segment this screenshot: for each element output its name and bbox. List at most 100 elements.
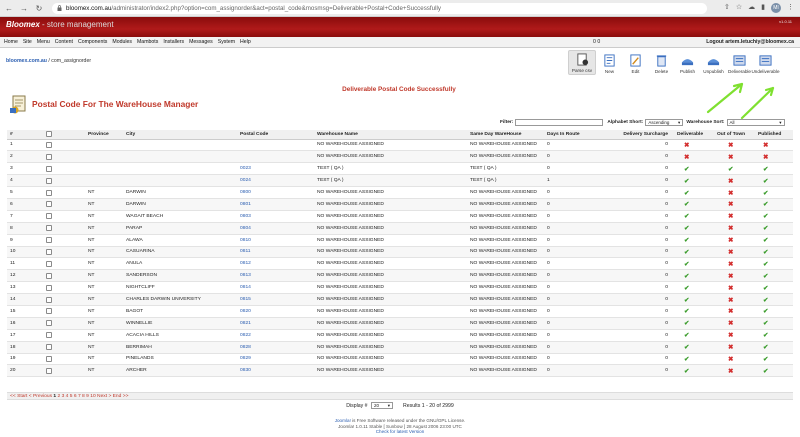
row-checkbox[interactable] <box>46 344 52 351</box>
row-postal-code[interactable]: 0828 <box>237 341 314 354</box>
new-button[interactable]: New <box>597 50 622 75</box>
breadcrumb-site[interactable]: bloomex.com.au <box>6 58 47 64</box>
row-postal-code[interactable]: 0812 <box>237 257 314 271</box>
out-of-town-cross-icon[interactable]: ✖ <box>728 142 733 149</box>
pager-page-8[interactable]: 8 <box>82 394 85 399</box>
out-of-town-cross-icon[interactable]: ✖ <box>728 201 733 208</box>
published-check-icon[interactable]: ✔ <box>763 225 768 232</box>
row-checkbox[interactable] <box>46 284 52 291</box>
row-postal-code[interactable]: 0024 <box>237 174 314 188</box>
out-of-town-check-icon[interactable]: ✔ <box>728 166 733 173</box>
menu-site[interactable]: Site <box>23 39 32 45</box>
row-checkbox[interactable] <box>46 213 52 220</box>
col-warehouse-name[interactable]: Warehouse Name <box>314 130 467 140</box>
row-postal-code[interactable]: 0820 <box>237 305 314 318</box>
out-of-town-cross-icon[interactable]: ✖ <box>728 320 733 327</box>
published-check-icon[interactable]: ✔ <box>763 178 768 185</box>
col-city[interactable]: City <box>123 130 237 140</box>
menu-help[interactable]: Help <box>240 39 251 45</box>
alphabet-sort-select[interactable]: Ascending ▾ <box>645 119 684 126</box>
pager-page-9[interactable]: 9 <box>86 394 89 399</box>
deliverable-check-icon[interactable]: ✔ <box>684 332 689 339</box>
undeliverable-button[interactable]: Undeliverable <box>751 50 780 75</box>
row-postal-code[interactable]: 0803 <box>237 210 314 223</box>
row-postal-code[interactable]: 0811 <box>237 246 314 259</box>
pager-page-5[interactable]: 5 <box>70 394 73 399</box>
menu-menu[interactable]: Menu <box>37 39 50 45</box>
joomla-link[interactable]: Joomla! <box>335 418 351 423</box>
sidebar-icon[interactable]: ▮ <box>761 3 765 13</box>
deliverable-check-icon[interactable]: ✔ <box>684 261 689 268</box>
published-check-icon[interactable]: ✔ <box>763 201 768 208</box>
col-delivery-surcharge[interactable]: Delivery Surcharge <box>604 130 674 140</box>
row-postal-code[interactable]: 0800 <box>237 186 314 199</box>
row-checkbox[interactable] <box>46 308 52 315</box>
row-postal-code[interactable]: 0813 <box>237 269 314 283</box>
publish-button[interactable]: Publish <box>675 50 700 75</box>
check-version-link[interactable]: Check for latest Version <box>0 429 800 435</box>
menu-components[interactable]: Components <box>78 39 107 45</box>
deliverable-check-icon[interactable]: ✔ <box>684 273 689 280</box>
published-check-icon[interactable]: ✔ <box>763 344 768 351</box>
deliverable-check-icon[interactable]: ✔ <box>684 225 689 232</box>
row-checkbox[interactable] <box>46 153 52 160</box>
row-checkbox[interactable] <box>46 225 52 232</box>
published-check-icon[interactable]: ✔ <box>763 249 768 256</box>
out-of-town-cross-icon[interactable]: ✖ <box>728 297 733 304</box>
delete-button[interactable]: Delete <box>649 50 674 75</box>
unpublish-button[interactable]: Unpublish <box>701 50 726 75</box>
row-checkbox[interactable] <box>46 189 52 196</box>
out-of-town-cross-icon[interactable]: ✖ <box>728 332 733 339</box>
deliverable-check-icon[interactable]: ✔ <box>684 356 689 363</box>
col-published[interactable]: Published <box>755 130 793 140</box>
out-of-town-cross-icon[interactable]: ✖ <box>728 213 733 220</box>
deliverable-cross-icon[interactable]: ✖ <box>684 142 689 149</box>
deliverable-check-icon[interactable]: ✔ <box>684 344 689 351</box>
row-checkbox[interactable] <box>46 165 52 172</box>
star-icon[interactable]: ☆ <box>736 3 742 13</box>
deliverable-check-icon[interactable]: ✔ <box>684 166 689 173</box>
deliverable-button[interactable]: Deliverable <box>727 50 752 75</box>
published-cross-icon[interactable]: ✖ <box>763 154 768 161</box>
deliverable-check-icon[interactable]: ✔ <box>684 308 689 315</box>
published-check-icon[interactable]: ✔ <box>763 190 768 197</box>
profile-avatar[interactable]: MI <box>771 3 781 13</box>
row-checkbox[interactable] <box>46 177 52 184</box>
share-icon[interactable]: ⇧ <box>724 3 730 13</box>
select-all-checkbox[interactable] <box>46 131 52 138</box>
out-of-town-cross-icon[interactable]: ✖ <box>728 261 733 268</box>
menu-mambots[interactable]: Mambots <box>137 39 158 45</box>
logout-link[interactable]: Logout artem.letuchiy@bloomex.ca <box>706 39 794 45</box>
row-postal-code[interactable] <box>237 139 314 152</box>
out-of-town-cross-icon[interactable]: ✖ <box>728 356 733 363</box>
row-checkbox[interactable] <box>46 355 52 362</box>
row-postal-code[interactable]: 0023 <box>237 162 314 176</box>
row-postal-code[interactable]: 0814 <box>237 281 314 295</box>
reload-icon[interactable]: ↻ <box>33 2 45 14</box>
pager-page-4[interactable]: 4 <box>66 394 69 399</box>
published-check-icon[interactable]: ✔ <box>763 213 768 220</box>
col-same-day-warehouse[interactable]: Same Day WareHouse <box>467 130 544 140</box>
deliverable-check-icon[interactable]: ✔ <box>684 320 689 327</box>
out-of-town-cross-icon[interactable]: ✖ <box>728 368 733 375</box>
deliverable-check-icon[interactable]: ✔ <box>684 213 689 220</box>
more-icon[interactable]: ⋮ <box>787 3 794 13</box>
warehouse-sort-select[interactable]: All ▾ <box>726 119 785 126</box>
row-postal-code[interactable]: 0830 <box>237 364 314 378</box>
out-of-town-cross-icon[interactable]: ✖ <box>728 308 733 315</box>
published-check-icon[interactable]: ✔ <box>763 308 768 315</box>
col-deliverable[interactable]: Deliverable <box>674 130 714 140</box>
forward-icon[interactable]: → <box>18 2 30 14</box>
published-check-icon[interactable]: ✔ <box>763 356 768 363</box>
menu-home[interactable]: Home <box>4 39 18 45</box>
address-bar[interactable]: bloomex.com.au/administrator/index2.php?… <box>52 3 707 14</box>
out-of-town-cross-icon[interactable]: ✖ <box>728 237 733 244</box>
row-postal-code[interactable]: 0822 <box>237 329 314 342</box>
col-days-in-route[interactable]: Days In Route <box>544 130 604 140</box>
row-checkbox[interactable] <box>46 141 52 148</box>
pager-end[interactable]: End >> <box>113 394 129 399</box>
row-checkbox[interactable] <box>46 296 52 303</box>
row-checkbox[interactable] <box>46 248 52 255</box>
menu-messages[interactable]: Messages <box>189 39 213 45</box>
out-of-town-cross-icon[interactable]: ✖ <box>728 225 733 232</box>
